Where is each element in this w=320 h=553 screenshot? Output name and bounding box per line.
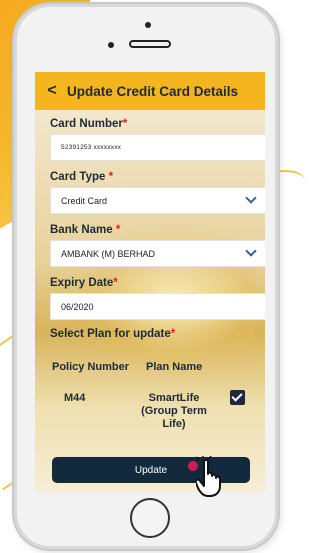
hand-pointer-icon [196, 456, 221, 497]
back-arrow-icon[interactable]: < [41, 82, 63, 100]
update-button-label: Update [134, 464, 168, 476]
required-mark: * [113, 277, 118, 289]
select-plan-label: Select Plan for update* [50, 328, 175, 340]
column-header-plan-name: Plan Name [146, 361, 203, 373]
column-header-policy-number: Policy Number [52, 361, 130, 373]
card-type-label-text: Card Type [50, 171, 109, 183]
required-mark: * [115, 224, 121, 236]
required-mark: * [108, 171, 114, 183]
select-plan-label-text: Select Plan for update [50, 328, 171, 340]
earpiece-speaker [129, 40, 171, 48]
expiry-date-label: Expiry Date* [50, 277, 118, 289]
bank-name-label: Bank Name * [50, 224, 120, 236]
bank-name-value: AMBANK (M) BERHAD [61, 248, 156, 259]
home-button[interactable] [130, 498, 170, 538]
bank-name-label-text: Bank Name [50, 224, 116, 236]
policy-number-cell: M44 [64, 392, 86, 404]
front-camera [145, 22, 151, 28]
required-mark: * [122, 118, 128, 130]
card-type-label: Card Type * [50, 171, 113, 183]
card-number-label: Card Number* [50, 118, 127, 130]
card-number-value: 52391253 xxxxxxxx [61, 144, 122, 151]
bank-name-select[interactable]: AMBANK (M) BERHAD [50, 240, 265, 267]
plan-name-cell: SmartLife (Group Term Life) [141, 392, 207, 430]
card-type-select[interactable]: Credit Card [50, 187, 265, 214]
chevron-down-icon [245, 192, 257, 204]
proximity-sensor [108, 42, 114, 48]
app-screen: < Update Credit Card Details Card Number… [35, 72, 265, 492]
card-number-label-text: Card Number [50, 118, 123, 130]
phone-frame: < Update Credit Card Details Card Number… [14, 4, 278, 549]
expiry-date-label-text: Expiry Date [50, 277, 114, 289]
expiry-date-field[interactable]: 06/2020 [50, 293, 265, 320]
expiry-date-value: 06/2020 [61, 301, 94, 312]
app-header: < Update Credit Card Details [35, 72, 265, 110]
chevron-down-icon [245, 245, 257, 257]
card-number-field[interactable]: 52391253 xxxxxxxx [50, 134, 265, 161]
plan-select-checkbox[interactable] [230, 390, 245, 405]
page-title: Update Credit Card Details [67, 83, 239, 99]
card-type-value: Credit Card [61, 195, 108, 206]
required-mark: * [170, 328, 176, 340]
